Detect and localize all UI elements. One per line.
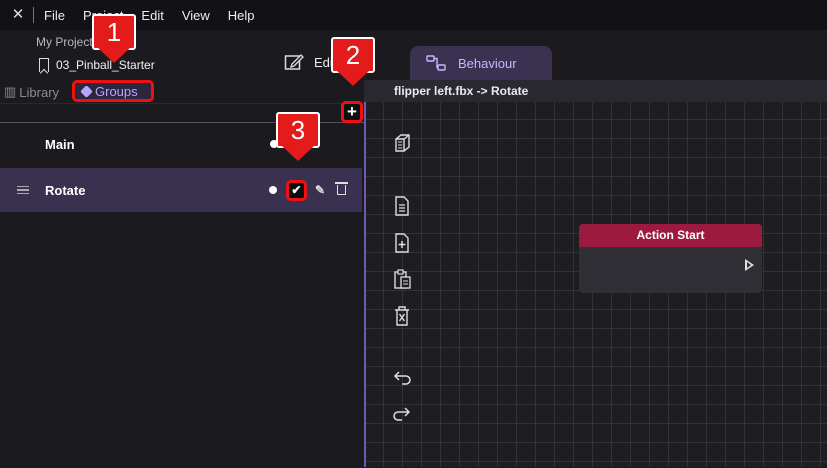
tab-library[interactable]: ▥ Library <box>4 84 59 100</box>
object-icon[interactable] <box>392 132 412 154</box>
menu-separator <box>33 7 34 23</box>
panel-divider <box>0 103 364 104</box>
panel-tab-row: ▥ Library Groups <box>0 80 364 104</box>
callout-3: 3 <box>276 112 320 148</box>
callout-2-arrow <box>337 71 369 86</box>
tab-behaviour[interactable]: Behaviour <box>410 46 552 80</box>
trash-icon[interactable] <box>335 182 348 195</box>
tab-behaviour-label: Behaviour <box>458 55 517 71</box>
document-icon[interactable] <box>392 195 412 217</box>
add-group-button[interactable]: + <box>341 101 363 123</box>
group-name: Rotate <box>45 182 86 198</box>
menu-view[interactable]: View <box>182 8 210 23</box>
callout-1-arrow <box>98 48 130 63</box>
project-label: My Project <box>36 35 93 49</box>
library-icon: ▥ <box>4 84 17 99</box>
paste-icon[interactable] <box>392 268 412 290</box>
bookmark-icon <box>39 58 49 72</box>
tab-groups[interactable]: Groups <box>72 80 154 102</box>
behaviour-graph-icon <box>426 55 446 71</box>
delete-icon[interactable] <box>392 305 412 327</box>
node-title: Action Start <box>579 224 762 247</box>
output-port-icon[interactable] <box>745 259 754 271</box>
callout-1: 1 <box>92 14 136 50</box>
callout-3-arrow <box>282 146 314 161</box>
redo-icon[interactable] <box>392 402 412 424</box>
callout-2: 2 <box>331 37 375 73</box>
behaviour-canvas[interactable]: Action Start <box>364 102 827 467</box>
canvas-breadcrumb: flipper left.fbx -> Rotate <box>364 80 827 102</box>
app-logo-icon[interactable]: ✕ <box>9 6 27 24</box>
undo-icon[interactable] <box>392 366 412 388</box>
cube-icon <box>80 84 93 98</box>
tab-edit[interactable]: Edit <box>284 53 336 71</box>
check-icon[interactable]: ✔ <box>285 179 307 201</box>
menu-file[interactable]: File <box>44 8 65 23</box>
group-row-rotate[interactable]: Rotate ✔ ✎ <box>0 168 362 212</box>
menu-help[interactable]: Help <box>228 8 255 23</box>
tab-groups-label: Groups <box>95 83 138 99</box>
project-name[interactable]: 03_Pinball_Starter <box>39 58 155 72</box>
drag-handle-icon[interactable] <box>17 184 29 197</box>
tab-library-label: Library <box>19 84 60 100</box>
group-name: Main <box>45 136 75 152</box>
action-start-node[interactable]: Action Start <box>579 224 762 293</box>
visibility-dot-icon[interactable] <box>268 186 277 194</box>
edit-icon <box>284 54 304 70</box>
menu-edit[interactable]: Edit <box>141 8 163 23</box>
add-document-icon[interactable] <box>392 232 412 254</box>
pencil-icon[interactable]: ✎ <box>315 183 325 197</box>
